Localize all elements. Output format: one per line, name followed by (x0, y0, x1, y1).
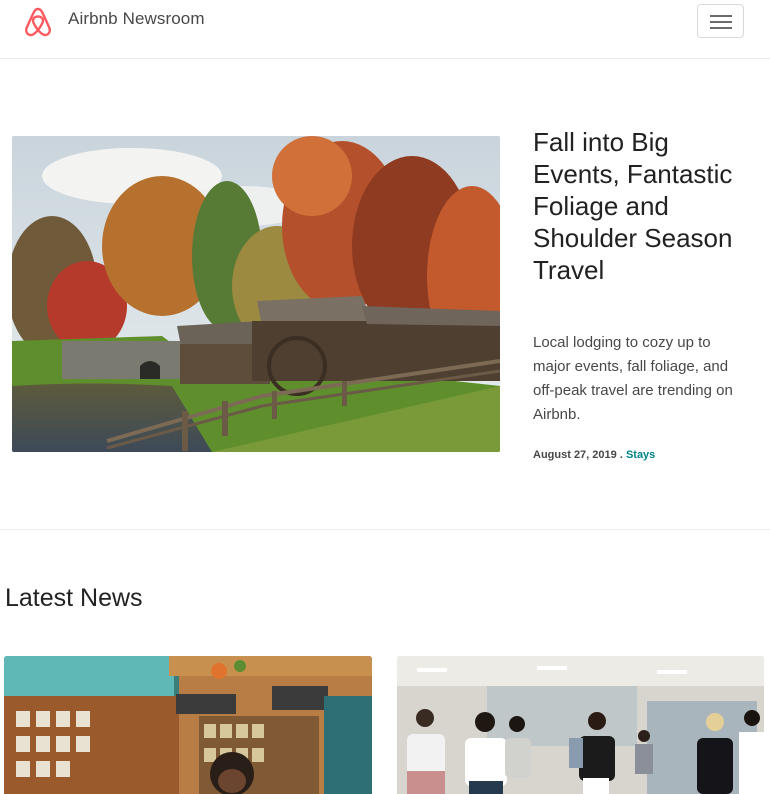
latest-news-heading: Latest News (5, 584, 143, 612)
featured-story-meta: August 27, 2019 . Stays (533, 449, 655, 461)
airbnb-logo-icon[interactable] (23, 6, 53, 38)
news-card-image-dance[interactable] (397, 656, 764, 794)
featured-story-image[interactable] (12, 136, 500, 452)
featured-story-title[interactable]: Fall into Big Events, Fantastic Foliage … (533, 126, 753, 286)
featured-story-date: August 27, 2019 . (533, 449, 623, 461)
news-card-image-market[interactable] (4, 656, 372, 794)
hamburger-menu-button[interactable] (697, 4, 744, 38)
featured-story-description: Local lodging to cozy up to major events… (533, 334, 733, 423)
hamburger-menu-icon (710, 15, 732, 17)
featured-story-category-link[interactable]: Stays (626, 449, 655, 461)
top-navbar: Airbnb Newsroom (0, 0, 770, 59)
brand-title[interactable]: Airbnb Newsroom (68, 9, 205, 29)
section-divider (0, 529, 770, 530)
